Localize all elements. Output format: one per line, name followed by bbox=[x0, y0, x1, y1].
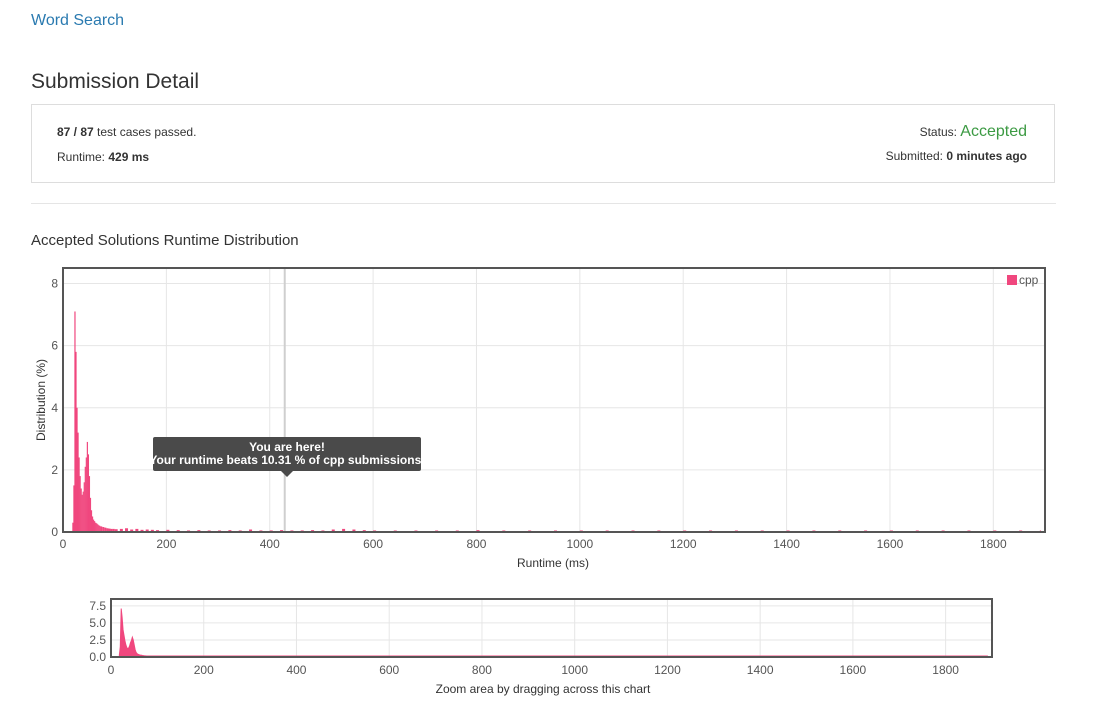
bar bbox=[87, 454, 90, 532]
x-axis-ticks: 0 200 400 600 800 1000 1200 1400 1600 1800 bbox=[60, 537, 1007, 551]
runtime-value: 429 ms bbox=[108, 150, 150, 164]
navigator-chart[interactable]: 0.0 2.5 5.0 7.5 0 200 400 600 800 1000 1200 1400 16… bbox=[0, 592, 1116, 704]
y-tick-label: 5.0 bbox=[89, 616, 106, 630]
x-tick-label: 1200 bbox=[654, 663, 681, 677]
bar bbox=[73, 485, 75, 532]
status-label: Status: bbox=[919, 125, 961, 139]
bar bbox=[79, 476, 81, 532]
y-tick-label: 8 bbox=[51, 277, 58, 291]
navigator-area bbox=[118, 608, 988, 658]
bar bbox=[92, 519, 95, 532]
chart-frame bbox=[62, 267, 1046, 533]
submission-summary-panel: 87 / 87 test cases passed. Runtime: 429 … bbox=[31, 104, 1055, 183]
legend-label: cpp bbox=[1019, 273, 1039, 287]
bar bbox=[75, 351, 77, 532]
runtime-line: Runtime: 429 ms bbox=[57, 149, 196, 174]
divider bbox=[31, 203, 1056, 204]
bar bbox=[74, 311, 76, 532]
x-axis-label: Runtime (ms) bbox=[517, 556, 589, 570]
chart-bars bbox=[72, 311, 1042, 532]
y-tick-label: 7.5 bbox=[89, 599, 106, 613]
bar bbox=[89, 497, 92, 532]
x-tick-label: 200 bbox=[156, 537, 176, 551]
tooltip-pointer bbox=[281, 471, 293, 477]
bar bbox=[98, 525, 100, 532]
problem-link[interactable]: Word Search bbox=[31, 12, 124, 30]
bar bbox=[95, 522, 97, 532]
x-tick-label: 400 bbox=[260, 537, 280, 551]
bar bbox=[88, 476, 91, 532]
y-tick-label: 2 bbox=[51, 463, 58, 477]
x-tick-label: 1400 bbox=[773, 537, 800, 551]
bar bbox=[77, 432, 79, 532]
bar bbox=[83, 482, 85, 532]
runtime-label: Runtime: bbox=[57, 150, 109, 164]
bar bbox=[82, 491, 84, 532]
bar bbox=[78, 457, 80, 532]
x-tick-label: 1600 bbox=[840, 663, 867, 677]
status-badge[interactable]: Accepted bbox=[960, 123, 1027, 140]
bar bbox=[96, 523, 98, 532]
summary-right: Status: Accepted Submitted: 0 minutes ag… bbox=[886, 121, 1027, 164]
bar bbox=[86, 441, 88, 532]
x-tick-label: 1400 bbox=[747, 663, 774, 677]
legend[interactable]: cpp bbox=[1007, 273, 1039, 287]
bar bbox=[76, 407, 78, 532]
bar bbox=[90, 510, 93, 532]
y-tick-label: 6 bbox=[51, 339, 58, 353]
summary-left: 87 / 87 test cases passed. Runtime: 429 … bbox=[57, 124, 196, 174]
x-tick-label: 1000 bbox=[561, 663, 588, 677]
y-tick-label: 0 bbox=[51, 525, 58, 539]
x-tick-label: 0 bbox=[108, 663, 115, 677]
y-tick-label: 2.5 bbox=[89, 633, 106, 647]
tooltip-line2: Your runtime beats 10.31 % of cpp submis… bbox=[149, 453, 424, 467]
x-tick-label: 1600 bbox=[877, 537, 904, 551]
legend-swatch bbox=[1007, 275, 1017, 285]
bar bbox=[91, 516, 94, 532]
passed-suffix: test cases passed. bbox=[93, 125, 197, 139]
navigator-y-ticks: 0.0 2.5 5.0 7.5 bbox=[89, 599, 106, 664]
navigator-caption: Zoom area by dragging across this chart bbox=[436, 682, 651, 696]
bar bbox=[94, 521, 96, 532]
x-tick-label: 0 bbox=[60, 537, 67, 551]
bar bbox=[80, 488, 82, 532]
y-axis-ticks: 0 2 4 6 8 bbox=[51, 277, 58, 539]
x-tick-label: 1800 bbox=[932, 663, 959, 677]
x-tick-label: 600 bbox=[379, 663, 399, 677]
x-tick-label: 200 bbox=[194, 663, 214, 677]
passed-count: 87 / 87 bbox=[57, 125, 94, 139]
bar bbox=[85, 457, 87, 532]
submitted-value: 0 minutes ago bbox=[946, 149, 1027, 163]
chart-grid bbox=[62, 268, 1045, 533]
runtime-tooltip: You are here! Your runtime beats 10.31 %… bbox=[149, 437, 425, 477]
navigator-frame[interactable] bbox=[110, 598, 993, 658]
x-tick-label: 1000 bbox=[566, 537, 593, 551]
y-axis-label: Distribution (%) bbox=[34, 359, 48, 441]
bar bbox=[97, 524, 99, 532]
x-tick-label: 600 bbox=[363, 537, 383, 551]
tooltip-line1: You are here! bbox=[249, 440, 325, 454]
x-tick-label: 400 bbox=[286, 663, 306, 677]
bar bbox=[81, 494, 83, 532]
page-title: Submission Detail bbox=[31, 70, 200, 93]
distribution-title: Accepted Solutions Runtime Distribution bbox=[31, 232, 299, 249]
submitted-label: Submitted: bbox=[885, 149, 947, 163]
y-tick-label: 0.0 bbox=[89, 650, 106, 664]
submitted-line: Submitted: 0 minutes ago bbox=[886, 148, 1027, 164]
status-line: Status: Accepted bbox=[886, 121, 1027, 148]
bar bbox=[84, 466, 86, 532]
navigator-grid bbox=[110, 599, 992, 658]
navigator-x-ticks: 0 200 400 600 800 1000 1200 1400 1600 1800 bbox=[108, 663, 960, 677]
test-cases-line: 87 / 87 test cases passed. bbox=[57, 124, 196, 149]
runtime-distribution-chart[interactable]: 02468 0 200 400 600 800 1000 1200 1400 1600 1800 … bbox=[0, 260, 1116, 578]
x-tick-label: 1800 bbox=[980, 537, 1007, 551]
x-tick-label: 800 bbox=[472, 663, 492, 677]
x-tick-label: 1200 bbox=[670, 537, 697, 551]
x-tick-label: 800 bbox=[466, 537, 486, 551]
y-tick-label: 4 bbox=[51, 401, 58, 415]
bar bbox=[72, 522, 74, 532]
